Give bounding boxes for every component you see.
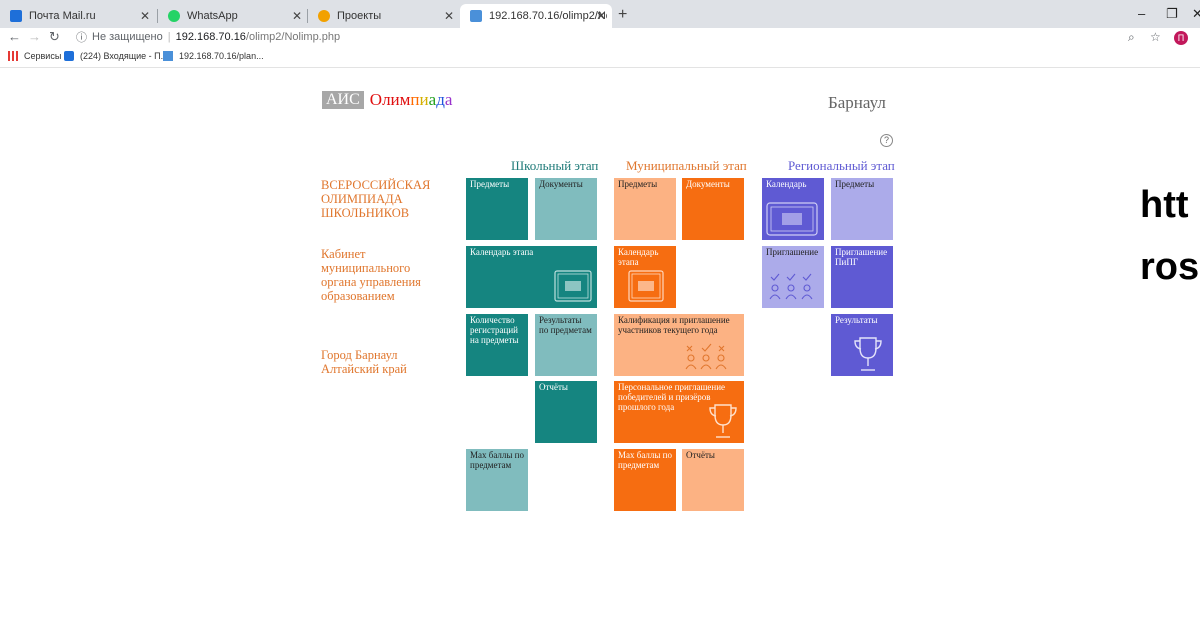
bookmark-plan[interactable]: 192.168.70.16/plan... xyxy=(163,51,264,61)
close-icon[interactable]: ✕ xyxy=(292,9,302,23)
trophy-icon xyxy=(854,337,882,371)
logo-letter: д xyxy=(436,90,445,109)
tile-mun-max[interactable]: Max баллы по предметам xyxy=(614,449,676,511)
bookmark-services[interactable]: Сервисы xyxy=(8,51,61,61)
logo-letter: п xyxy=(410,90,420,109)
close-icon[interactable]: ✕ xyxy=(444,9,454,23)
tile-mun-reports[interactable]: Отчёты xyxy=(682,449,744,511)
calendar-icon xyxy=(628,270,664,302)
mail-icon xyxy=(10,10,22,22)
info-icon[interactable]: ⓘ xyxy=(76,29,87,45)
stage-regional-title: Региональный этап xyxy=(788,158,895,173)
stage-municipal-title: Муниципальный этап xyxy=(626,158,747,173)
tab-title: Проекты xyxy=(337,10,382,22)
tile-mun-documents[interactable]: Документы xyxy=(682,178,744,240)
side-text-line-1: htt xyxy=(1140,184,1189,226)
tile-school-reg-count[interactable]: Количество регистраций на предметы xyxy=(466,314,528,376)
tile-mun-subjects[interactable]: Предметы xyxy=(614,178,676,240)
tile-school-calendar[interactable]: Календарь этапа xyxy=(466,246,597,308)
url-path: /olimp2/Nolimp.php xyxy=(245,31,341,43)
logo-olympiad: Олимпиада xyxy=(370,90,453,110)
tile-reg-subjects[interactable]: Предметы xyxy=(831,178,893,240)
not-secure-label: Не защищено xyxy=(92,31,163,43)
tile-reg-calendar[interactable]: Календарь xyxy=(762,178,824,240)
tile-school-max[interactable]: Max баллы по предметам xyxy=(466,449,528,511)
tile-mun-qualification[interactable]: Калификация и приглашение участников тек… xyxy=(614,314,744,376)
tab-nolimp[interactable]: 192.168.70.16/olimp2/Nolimp.ph ✕ xyxy=(460,4,612,28)
help-icon[interactable]: ? xyxy=(880,134,893,147)
stage-school-title: Школьный этап xyxy=(511,158,599,173)
forward-icon[interactable]: → xyxy=(28,29,41,44)
bookmark-inbox[interactable]: (224) Входящие - П... xyxy=(64,51,168,61)
tab-whatsapp[interactable]: WhatsApp ✕ xyxy=(158,4,308,28)
browser-toolbar: ← → ↻ ⓘ Не защищено | 192.168.70.16 /oli… xyxy=(0,28,1200,47)
tab-title: 192.168.70.16/olimp2/Nolimp.ph xyxy=(489,10,607,22)
calendar-icon xyxy=(554,270,592,302)
zoom-icon[interactable]: ⌕ xyxy=(1128,30,1135,45)
logo-letter: О xyxy=(369,90,383,109)
close-icon[interactable]: ✕ xyxy=(140,9,150,23)
trophy-icon xyxy=(709,404,737,438)
tile-school-reports[interactable]: Отчёты xyxy=(535,381,597,443)
cabinet-title: Кабинет муниципального органа управления… xyxy=(321,247,421,303)
tile-school-documents[interactable]: Документы xyxy=(535,178,597,240)
city-title: Барнаул xyxy=(828,93,886,112)
logo-letter: и xyxy=(419,90,429,109)
new-tab-button[interactable]: + xyxy=(618,6,627,24)
page-icon xyxy=(163,51,173,61)
apps-icon xyxy=(8,51,18,61)
restore-button[interactable]: ❐ xyxy=(1166,6,1178,22)
close-icon[interactable]: ✕ xyxy=(596,9,606,23)
participants-icon xyxy=(769,273,813,300)
logo-letter: л xyxy=(382,90,391,109)
sun-icon xyxy=(318,10,330,22)
reload-icon[interactable]: ↻ xyxy=(49,29,60,45)
tile-mun-personal-invite[interactable]: Персональное приглашение победителей и п… xyxy=(614,381,744,443)
browser-tab-strip: Почта Mail.ru ✕ WhatsApp ✕ Проекты ✕ 192… xyxy=(0,0,1200,28)
tile-school-subjects[interactable]: Предметы xyxy=(466,178,528,240)
side-text-line-2: ros xyxy=(1140,246,1200,288)
tile-reg-invite[interactable]: Приглашение xyxy=(762,246,824,308)
tab-title: Почта Mail.ru xyxy=(29,10,96,22)
url-host: 192.168.70.16 xyxy=(175,31,246,43)
logo-ais: АИС xyxy=(322,91,364,109)
logo-letter: м xyxy=(399,90,411,109)
whatsapp-icon xyxy=(168,10,180,22)
region-title: Город Барнаул Алтайский край xyxy=(321,348,407,376)
calendar-icon xyxy=(766,202,818,236)
tab-projects[interactable]: Проекты ✕ xyxy=(308,4,460,28)
page-icon xyxy=(470,10,482,22)
mail-icon xyxy=(64,51,74,61)
olympiad-title[interactable]: ВСЕРОССИЙСКАЯ ОЛИМПИАДА ШКОЛЬНИКОВ xyxy=(321,178,441,220)
logo-letter: а xyxy=(444,90,453,109)
tile-reg-results[interactable]: Результаты xyxy=(831,314,893,376)
bookmarks-bar: Сервисы (224) Входящие - П... 192.168.70… xyxy=(0,47,1200,68)
tile-reg-invite-pipg[interactable]: Приглашение ПиПГ xyxy=(831,246,893,308)
minimize-button[interactable]: – xyxy=(1138,6,1145,21)
logo-letter: и xyxy=(390,90,400,109)
tile-mun-calendar[interactable]: Календарь этапа xyxy=(614,246,676,308)
address-bar[interactable]: ⓘ Не защищено | 192.168.70.16 /olimp2/No… xyxy=(76,29,340,45)
close-window-button[interactable]: ✕ xyxy=(1192,6,1200,22)
tile-school-results[interactable]: Результаты по предметам xyxy=(535,314,597,376)
tab-title: WhatsApp xyxy=(187,10,238,22)
participants-icon xyxy=(685,343,727,370)
star-icon[interactable]: ☆ xyxy=(1150,30,1161,44)
app-logo[interactable]: АИС Олимпиада xyxy=(322,90,452,110)
profile-avatar[interactable]: П xyxy=(1174,31,1188,45)
back-icon[interactable]: ← xyxy=(8,29,21,44)
tab-mail[interactable]: Почта Mail.ru ✕ xyxy=(0,4,156,28)
